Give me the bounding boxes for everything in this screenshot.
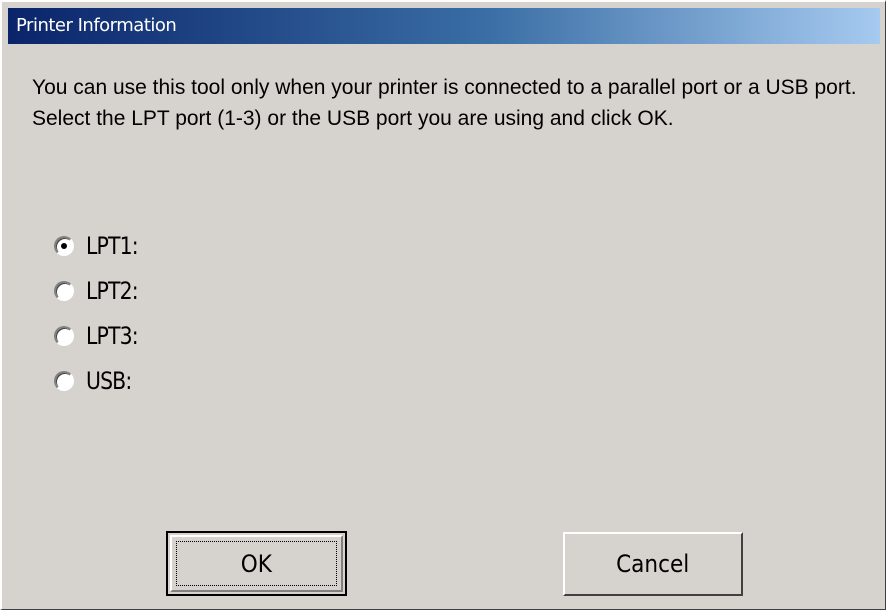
cancel-button-label: Cancel — [616, 550, 690, 578]
radio-button-lpt1[interactable] — [54, 235, 74, 256]
radio-label-lpt1[interactable]: LPT1: — [86, 232, 139, 260]
port-radio-group: LPT1: LPT2: LPT3: USB: — [54, 223, 147, 403]
radio-button-lpt2[interactable] — [54, 280, 74, 301]
radio-button-usb[interactable] — [54, 370, 74, 391]
radio-option-lpt1[interactable]: LPT1: — [54, 223, 147, 268]
radio-option-usb[interactable]: USB: — [54, 358, 147, 403]
radio-button-lpt3[interactable] — [54, 325, 74, 346]
radio-option-lpt2[interactable]: LPT2: — [54, 268, 147, 313]
window-title: Printer Information — [16, 15, 177, 36]
instruction-text: You can use this tool only when your pri… — [32, 76, 857, 130]
radio-label-lpt3[interactable]: LPT3: — [86, 322, 139, 350]
cancel-button[interactable]: Cancel — [563, 532, 743, 596]
radio-label-lpt2[interactable]: LPT2: — [86, 277, 139, 305]
ok-button-face: OK — [170, 535, 343, 592]
printer-information-dialog: Printer Information You can use this too… — [0, 0, 886, 610]
radio-option-lpt3[interactable]: LPT3: — [54, 313, 147, 358]
ok-button-label: OK — [240, 549, 273, 578]
title-bar[interactable]: Printer Information — [8, 8, 880, 44]
radio-label-usb[interactable]: USB: — [86, 367, 132, 395]
ok-button[interactable]: OK — [166, 531, 347, 596]
